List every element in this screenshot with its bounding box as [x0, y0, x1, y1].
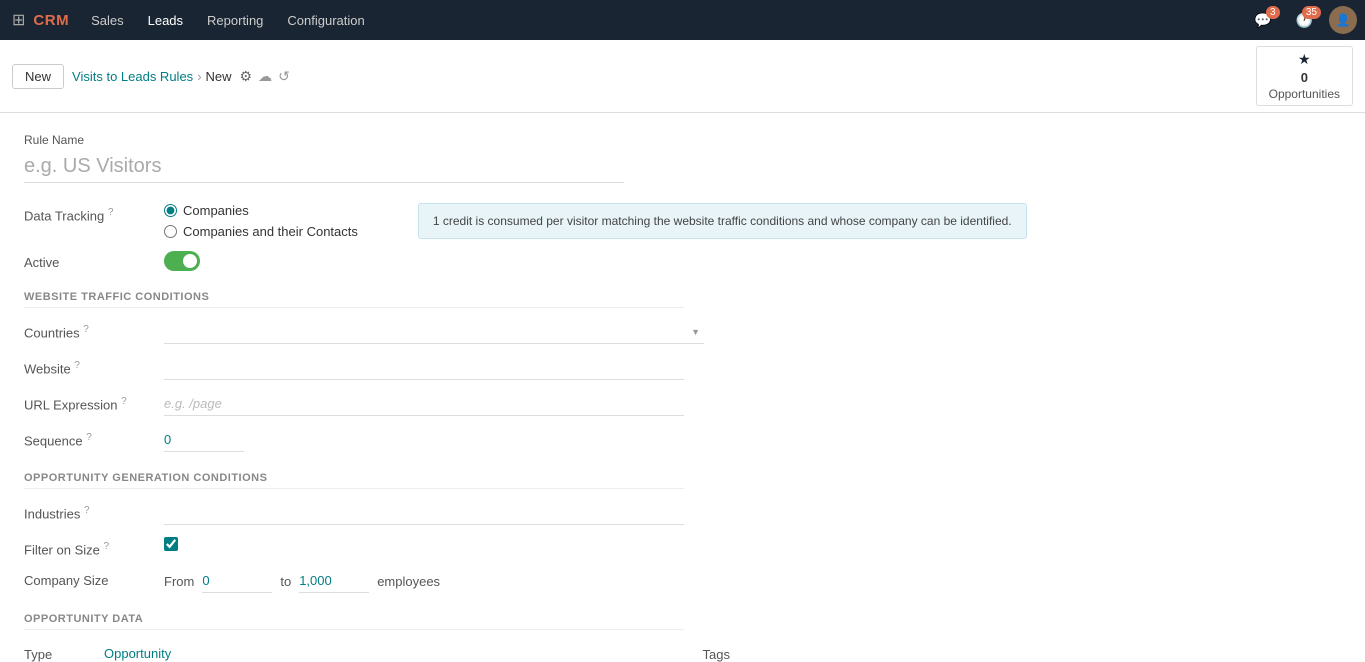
radio-companies-contacts-input[interactable] [164, 225, 177, 238]
website-row: Website ? [24, 356, 1341, 380]
toolbar-right: ★ 0 Opportunities [1256, 46, 1353, 106]
messages-badge: 3 [1266, 6, 1280, 19]
data-tracking-row: Data Tracking ? Companies Companies and … [24, 203, 358, 239]
breadcrumb-separator: › [197, 69, 201, 84]
opportunity-data-section-header: OPPORTUNITY DATA [24, 613, 684, 630]
website-help: ? [74, 360, 80, 371]
countries-label: Countries ? [24, 320, 164, 340]
industries-input[interactable] [164, 501, 684, 525]
radio-companies-label: Companies [183, 203, 249, 218]
website-label: Website ? [24, 356, 164, 376]
filter-on-size-input-area [164, 537, 1341, 554]
active-toggle[interactable] [164, 251, 200, 271]
data-tracking-options: Companies Companies and their Contacts [164, 203, 358, 239]
url-expression-input-area [164, 392, 1341, 416]
to-label: to [280, 574, 291, 589]
countries-input-area [164, 320, 1341, 344]
tags-field-group: Tags [703, 642, 1342, 662]
sequence-input[interactable] [164, 428, 244, 452]
url-expression-help: ? [121, 396, 127, 407]
industries-label: Industries ? [24, 501, 164, 521]
active-label: Active [24, 251, 164, 270]
sequence-help: ? [86, 432, 92, 443]
toolbar-sub-actions: ⚙ ☁ ↺ [240, 68, 290, 85]
rule-name-input[interactable] [24, 151, 624, 183]
company-size-label: Company Size [24, 569, 164, 588]
company-size-from-input[interactable] [202, 569, 272, 593]
type-input[interactable] [104, 642, 663, 662]
opportunity-gen-section-header: OPPORTUNITY GENERATION CONDITIONS [24, 472, 684, 489]
countries-help: ? [83, 324, 89, 335]
url-expression-label: URL Expression ? [24, 392, 164, 412]
discard-icon[interactable]: ↺ [278, 68, 290, 85]
industries-row: Industries ? [24, 501, 1341, 525]
active-row: Active [24, 251, 1341, 271]
grid-icon[interactable]: ⊞ [8, 6, 29, 34]
top-navigation: ⊞ CRM Sales Leads Reporting Configuratio… [0, 0, 1365, 40]
star-icon: ★ [1298, 51, 1311, 68]
toolbar: New Visits to Leads Rules › New ⚙ ☁ ↺ ★ … [0, 40, 1365, 113]
countries-select-wrapper [164, 320, 704, 344]
tags-input[interactable] [783, 642, 1342, 662]
radio-companies[interactable]: Companies [164, 203, 358, 218]
gear-icon[interactable]: ⚙ [240, 68, 253, 85]
sequence-row: Sequence ? [24, 428, 1341, 452]
user-avatar[interactable]: 👤 [1329, 6, 1357, 34]
company-size-row: Company Size From to employees [24, 569, 1341, 593]
alerts-button[interactable]: 🕐 35 [1288, 8, 1321, 33]
nav-leads[interactable]: Leads [138, 7, 193, 34]
radio-companies-contacts-label: Companies and their Contacts [183, 224, 358, 239]
nav-configuration[interactable]: Configuration [277, 7, 374, 34]
type-field-group: Type [24, 642, 663, 662]
from-label: From [164, 574, 194, 589]
info-box: 1 credit is consumed per visitor matchin… [418, 203, 1027, 239]
website-input-area [164, 356, 1341, 380]
radio-companies-input[interactable] [164, 204, 177, 217]
filter-on-size-row: Filter on Size ? [24, 537, 1341, 557]
website-traffic-section-header: WEBSITE TRAFFIC CONDITIONS [24, 291, 684, 308]
industries-help: ? [84, 505, 90, 516]
nav-sales[interactable]: Sales [81, 7, 134, 34]
data-tracking-label: Data Tracking ? [24, 203, 164, 223]
nav-reporting[interactable]: Reporting [197, 7, 273, 34]
url-expression-row: URL Expression ? [24, 392, 1341, 416]
countries-row: Countries ? [24, 320, 1341, 344]
opportunities-button[interactable]: ★ 0 Opportunities [1256, 46, 1353, 106]
company-size-input-area: From to employees [164, 569, 1341, 593]
active-toggle-area [164, 251, 1341, 271]
breadcrumb-parent-link[interactable]: Visits to Leads Rules [72, 69, 193, 84]
company-size-controls: From to employees [164, 569, 1341, 593]
type-label: Type [24, 647, 104, 662]
rule-name-section: Rule Name [24, 133, 1341, 183]
filter-on-size-checkbox[interactable] [164, 537, 178, 551]
tags-label: Tags [703, 647, 783, 662]
website-input[interactable] [164, 356, 684, 380]
data-tracking-help: ? [108, 207, 114, 218]
messages-button[interactable]: 💬 3 [1246, 8, 1279, 33]
employees-label: employees [377, 574, 440, 589]
new-button[interactable]: New [12, 64, 64, 89]
opportunities-count: 0 [1301, 70, 1308, 85]
alerts-badge: 35 [1302, 6, 1321, 19]
nav-right-section: 💬 3 🕐 35 👤 [1246, 6, 1357, 34]
filter-on-size-help: ? [104, 541, 110, 552]
filter-on-size-label: Filter on Size ? [24, 537, 164, 557]
breadcrumb-current: New [206, 69, 232, 84]
company-size-to-input[interactable] [299, 569, 369, 593]
countries-select[interactable] [164, 320, 704, 344]
brand-logo[interactable]: CRM [33, 12, 69, 29]
toggle-slider [164, 251, 200, 271]
industries-input-area [164, 501, 1341, 525]
sequence-label: Sequence ? [24, 428, 164, 448]
sequence-input-area [164, 428, 1341, 452]
opportunity-data-grid: Type Tags Suffix ? Priority ☆ ☆ ☆ [24, 642, 1341, 662]
radio-companies-contacts[interactable]: Companies and their Contacts [164, 224, 358, 239]
save-manually-icon[interactable]: ☁ [258, 68, 272, 85]
rule-name-label: Rule Name [24, 133, 1341, 147]
breadcrumb: Visits to Leads Rules › New [72, 69, 232, 84]
main-content: Rule Name Data Tracking ? Companies Comp… [0, 113, 1365, 662]
opportunities-label: Opportunities [1269, 87, 1340, 101]
url-expression-input[interactable] [164, 392, 684, 416]
